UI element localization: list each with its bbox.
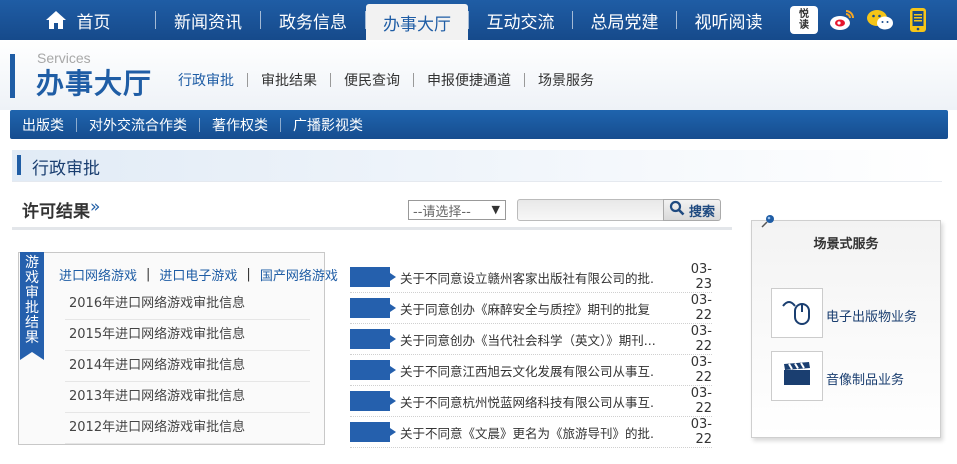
scene-service-title: 场景式服务	[813, 237, 879, 252]
subnav-admin-approval[interactable]: 行政审批	[165, 70, 247, 90]
news-date: 03-22	[690, 324, 712, 354]
top-nav: 首页 新闻资讯 政务信息 办事大厅 互动交流 总局党建 视听阅读 悦读	[0, 0, 957, 40]
category-select[interactable]: --请选择-- ▼	[408, 200, 506, 220]
nav-party-building[interactable]: 总局党建	[573, 0, 676, 40]
game-approval-list: 2016年进口网络游戏审批信息 2015年进口网络游戏审批信息 2014年进口网…	[65, 289, 310, 444]
electronic-publication-button[interactable]	[771, 288, 823, 338]
nav-service-hall[interactable]: 办事大厅	[366, 4, 468, 40]
list-item[interactable]: 2014年进口网络游戏审批信息	[65, 351, 310, 382]
news-title[interactable]: 关于同意创办《麻醉安全与质控》期刊的批复	[400, 299, 655, 318]
electronic-publication-label[interactable]: 电子出版物业务	[826, 306, 917, 325]
news-date: 03-22	[690, 293, 712, 323]
pushpin-icon	[761, 213, 775, 228]
permit-news-list: 关于不同意设立赣州客家出版社有限公司的批... 03-23 关于同意创办《麻醉安…	[350, 262, 712, 448]
double-chevron-icon[interactable]: »	[90, 197, 100, 217]
nav-home-label: 首页	[76, 12, 111, 33]
news-tag-icon	[350, 391, 396, 411]
ribbon-char: 审	[25, 285, 39, 301]
search-input[interactable]	[517, 199, 665, 221]
nav-news[interactable]: 新闻资讯	[156, 0, 260, 40]
news-date: 03-22	[690, 417, 712, 447]
subnav-fast-channel[interactable]: 申报便捷通道	[414, 70, 524, 90]
tab-divider: |	[246, 267, 251, 282]
nav-interaction[interactable]: 互动交流	[469, 0, 572, 40]
news-tag-icon	[350, 298, 396, 318]
nav-home[interactable]: 首页	[0, 0, 155, 40]
section-title: 行政审批	[32, 159, 100, 179]
nav-audiovisual[interactable]: 视听阅读	[677, 0, 780, 40]
news-row[interactable]: 关于不同意杭州悦蓝网络科技有限公司从事互... 03-22	[350, 386, 712, 417]
news-tag-icon	[350, 360, 396, 380]
search-button-label: 搜索	[688, 204, 715, 220]
news-title[interactable]: 关于不同意江西旭云文化发展有限公司从事互...	[400, 361, 655, 380]
news-row[interactable]: 关于不同意设立赣州客家出版社有限公司的批... 03-23	[350, 262, 712, 293]
ribbon-char: 批	[25, 300, 39, 316]
home-icon	[45, 10, 67, 30]
news-tag-icon	[350, 329, 396, 349]
search-icon	[669, 200, 685, 220]
news-date: 03-22	[690, 386, 712, 416]
tab-domestic-online-games[interactable]: 国产网络游戏	[260, 265, 338, 284]
search-button[interactable]: 搜索	[663, 199, 721, 221]
permit-results-title[interactable]: 许可结果	[22, 197, 90, 222]
category-select-value: --请选择--	[413, 204, 471, 220]
news-date: 03-22	[690, 355, 712, 385]
clapperboard-icon	[782, 361, 812, 391]
list-item[interactable]: 2012年进口网络游戏审批信息	[65, 413, 310, 444]
ribbon-char: 游	[25, 255, 39, 271]
game-approval-ribbon: 游 戏 审 批 结 果	[20, 252, 44, 360]
news-title[interactable]: 关于不同意杭州悦蓝网络科技有限公司从事互...	[400, 392, 655, 411]
news-row[interactable]: 关于同意创办《麻醉安全与质控》期刊的批复 03-22	[350, 293, 712, 324]
tab-imported-online-games[interactable]: 进口网络游戏	[59, 265, 137, 284]
news-tag-icon	[350, 267, 396, 287]
list-item[interactable]: 2013年进口网络游戏审批信息	[65, 382, 310, 413]
news-row[interactable]: 关于不同意江西旭云文化发展有限公司从事互... 03-22	[350, 355, 712, 386]
list-item[interactable]: 2015年进口网络游戏审批信息	[65, 320, 310, 351]
ribbon-char: 戏	[25, 270, 39, 286]
section-heading: 行政审批	[12, 150, 942, 182]
category-copyright[interactable]: 著作权类	[200, 115, 280, 135]
category-bar: 出版类 对外交流合作类 著作权类 广播影视类	[10, 110, 948, 139]
tab-divider: |	[146, 267, 151, 282]
yuedu-app-text: 悦读	[799, 9, 809, 31]
news-title[interactable]: 关于不同意设立赣州客家出版社有限公司的批...	[400, 268, 655, 287]
mobile-icon[interactable]	[904, 6, 932, 34]
subnav-approval-results[interactable]: 审批结果	[248, 70, 330, 90]
category-publishing[interactable]: 出版类	[10, 115, 76, 135]
audio-video-label[interactable]: 音像制品业务	[826, 369, 904, 388]
category-foreign-exchange[interactable]: 对外交流合作类	[77, 115, 199, 135]
sub-nav: 行政审批 审批结果 便民查询 申报便捷通道 场景服务	[165, 68, 607, 92]
news-row[interactable]: 关于不同意《文晨》更名为《旅游导刊》的批... 03-22	[350, 417, 712, 448]
social-icons: 悦读	[780, 0, 932, 40]
news-title[interactable]: 关于同意创办《当代社会科学（英文）》期刊...	[400, 330, 655, 349]
game-tabs: 进口网络游戏 | 进口电子游戏 | 国产网络游戏	[59, 265, 338, 284]
news-tag-icon	[350, 422, 396, 442]
category-broadcast[interactable]: 广播影视类	[281, 115, 375, 135]
news-date: 03-23	[690, 262, 712, 292]
news-title[interactable]: 关于不同意《文晨》更名为《旅游导刊》的批...	[400, 423, 655, 442]
ribbon-char: 结	[25, 315, 39, 331]
list-item[interactable]: 2016年进口网络游戏审批信息	[65, 289, 310, 320]
tab-imported-electronic-games[interactable]: 进口电子游戏	[159, 265, 237, 284]
brand-accent-bar	[10, 54, 15, 98]
ribbon-char: 果	[25, 330, 39, 346]
wechat-icon[interactable]	[866, 6, 894, 34]
audio-video-button[interactable]	[771, 351, 823, 401]
yuedu-app-icon[interactable]: 悦读	[790, 6, 818, 34]
nav-gov-info[interactable]: 政务信息	[261, 0, 365, 40]
brand-title: 办事大厅	[36, 67, 153, 100]
mouse-icon	[779, 296, 815, 330]
subnav-public-query[interactable]: 便民查询	[331, 70, 413, 90]
subnav-scene-service[interactable]: 场景服务	[525, 70, 607, 90]
permit-divider	[12, 227, 732, 230]
section-accent-bar	[17, 155, 21, 175]
news-row[interactable]: 关于同意创办《当代社会科学（英文）》期刊... 03-22	[350, 324, 712, 355]
chevron-down-icon: ▼	[491, 203, 500, 216]
weibo-icon[interactable]	[828, 6, 856, 34]
